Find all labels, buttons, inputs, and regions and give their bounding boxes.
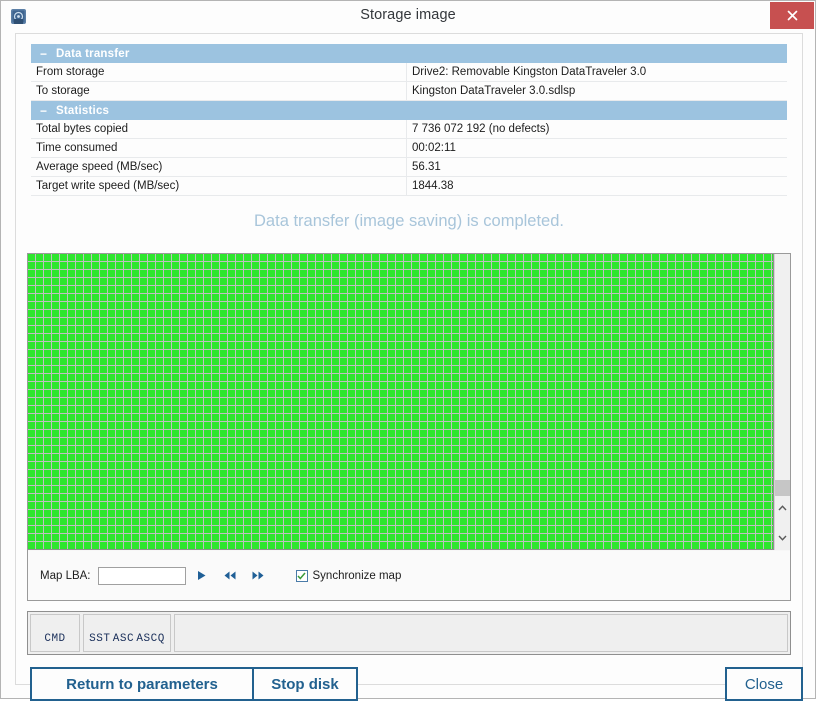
scroll-up-icon[interactable] <box>775 499 790 516</box>
synchronize-map-label: Synchronize map <box>312 569 402 582</box>
row-value: Kingston DataTraveler 3.0.sdlsp <box>406 81 787 101</box>
section-title: Data transfer <box>56 47 130 60</box>
rewind-icon[interactable] <box>218 566 242 586</box>
section-title: Statistics <box>56 104 110 117</box>
table-row: Total bytes copied 7 736 072 192 (no def… <box>31 119 787 139</box>
row-label: Target write speed (MB/sec) <box>36 180 180 192</box>
scroll-down-icon[interactable] <box>775 529 790 546</box>
section-header-data-transfer[interactable]: − Data transfer <box>31 44 787 63</box>
status-message: Data transfer (image saving) is complete… <box>254 212 564 230</box>
command-status-strip: CMD SST ASC ASCQ <box>27 611 791 655</box>
row-label: From storage <box>36 66 105 78</box>
row-label: Total bytes copied <box>36 123 129 135</box>
table-row: Average speed (MB/sec) 56.31 <box>31 157 787 177</box>
synchronize-map-checkbox[interactable]: Synchronize map <box>295 569 402 582</box>
table-row: Time consumed 00:02:11 <box>31 138 787 158</box>
map-lba-label: Map LBA: <box>40 569 91 582</box>
row-value: 56.31 <box>406 157 787 177</box>
close-button[interactable]: Close <box>725 667 803 701</box>
storage-image-window: Storage image − Data transfer From stora… <box>0 0 816 701</box>
row-value: 00:02:11 <box>406 138 787 158</box>
disk-map-grid[interactable] <box>28 254 774 550</box>
fast-forward-icon[interactable] <box>246 566 270 586</box>
info-table: − Data transfer From storage Drive2: Rem… <box>31 44 787 196</box>
content-panel: − Data transfer From storage Drive2: Rem… <box>15 33 803 701</box>
table-row: From storage Drive2: Removable Kingston … <box>31 62 787 82</box>
map-vertical-scrollbar[interactable] <box>774 254 790 550</box>
row-label: Time consumed <box>36 142 118 154</box>
stop-disk-button[interactable]: Stop disk <box>252 667 358 701</box>
command-detail-field[interactable] <box>174 614 788 652</box>
collapse-icon[interactable]: − <box>31 47 56 61</box>
cmd-field[interactable]: CMD <box>30 614 80 652</box>
disk-map-panel: Map LBA: Synchronize map <box>27 253 791 601</box>
checkbox-box[interactable] <box>295 569 308 582</box>
asc-label: ASC <box>112 633 135 645</box>
map-toolbar: Map LBA: Synchronize map <box>28 551 790 600</box>
row-value: Drive2: Removable Kingston DataTraveler … <box>406 62 787 82</box>
return-to-parameters-button[interactable]: Return to parameters <box>30 667 254 701</box>
section-header-statistics[interactable]: − Statistics <box>31 101 787 120</box>
table-row: To storage Kingston DataTraveler 3.0.sdl… <box>31 81 787 101</box>
row-value: 1844.38 <box>406 176 787 196</box>
row-value: 7 736 072 192 (no defects) <box>406 119 787 139</box>
collapse-icon[interactable]: − <box>31 104 56 118</box>
scrollbar-thumb[interactable] <box>775 480 790 496</box>
close-icon[interactable] <box>770 2 814 29</box>
table-row: Target write speed (MB/sec) 1844.38 <box>31 176 787 196</box>
ascq-label: ASCQ <box>136 633 165 645</box>
row-label: To storage <box>36 85 90 97</box>
sense-code-fields[interactable]: SST ASC ASCQ <box>83 614 171 652</box>
sst-label: SST <box>89 633 111 645</box>
play-icon[interactable] <box>190 566 214 586</box>
title-bar: Storage image <box>1 1 815 31</box>
window-title: Storage image <box>360 7 456 23</box>
row-label: Average speed (MB/sec) <box>36 161 163 173</box>
map-lba-input[interactable] <box>97 566 186 585</box>
